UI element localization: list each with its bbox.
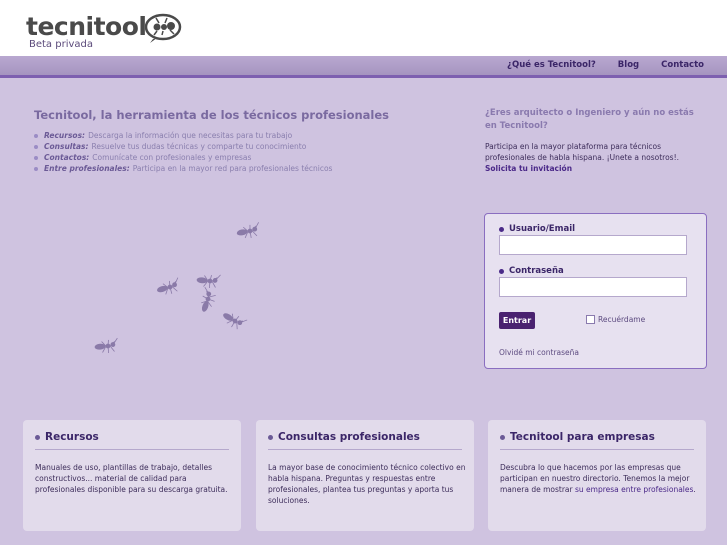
- card-text: Descubra lo que hacemos por las empresas…: [500, 462, 698, 495]
- feature-text: Comunícate con profesionales y empresas: [92, 153, 252, 162]
- card-title-text: Tecnitool para empresas: [510, 431, 655, 443]
- remember-me[interactable]: Recuérdame: [586, 315, 645, 324]
- card-title: Consultas profesionales: [268, 431, 420, 443]
- company-link[interactable]: su empresa entre profesionales: [575, 485, 693, 494]
- password-input[interactable]: [499, 277, 687, 297]
- feature-text: Participa en la mayor red para profesion…: [132, 164, 333, 173]
- card-text: La mayor base de conocimiento técnico co…: [268, 463, 466, 505]
- bullet-icon: [268, 434, 273, 440]
- bullet-icon: [499, 226, 504, 232]
- ant-icon: [94, 337, 118, 354]
- card-title: Tecnitool para empresas: [500, 431, 655, 443]
- card-resources: Recursos Manuales de uso, plantillas de …: [23, 420, 241, 531]
- beta-label: Beta privada: [29, 39, 93, 50]
- feature-text: Resuelve tus dudas técnicas y comparte t…: [91, 142, 307, 151]
- nav-link-blog[interactable]: Blog: [618, 60, 639, 70]
- feature-key: Entre profesionales:: [44, 164, 130, 173]
- login-form: Usuario/Email Contraseña Entrar Recuérda…: [484, 213, 707, 369]
- password-label-text: Contraseña: [509, 266, 564, 276]
- username-label: Usuario/Email: [499, 224, 575, 234]
- bullet-icon: [34, 155, 38, 160]
- site-header: tecnitool Beta privada: [0, 0, 727, 56]
- bullet-icon: [499, 268, 504, 274]
- ant-icon: [196, 274, 221, 289]
- username-input[interactable]: [499, 235, 687, 255]
- card-title-text: Consultas profesionales: [278, 431, 420, 443]
- feature-key: Contactos:: [44, 153, 90, 162]
- remember-label: Recuérdame: [598, 315, 646, 324]
- remember-checkbox[interactable]: [586, 315, 595, 324]
- promo-body: Participa en la mayor plataforma para té…: [485, 142, 679, 162]
- username-label-text: Usuario/Email: [509, 224, 576, 234]
- login-button[interactable]: Entrar: [499, 312, 535, 329]
- card-title: Recursos: [35, 431, 99, 443]
- intro-title: Tecnitool, la herramienta de los técnico…: [34, 108, 390, 122]
- divider: [500, 449, 694, 450]
- bullet-icon: [35, 434, 40, 440]
- promo-text: Participa en la mayor plataforma para té…: [485, 141, 705, 174]
- feature-item: Recursos: Descarga la información que nec…: [34, 130, 332, 141]
- feature-key: Consultas:: [44, 142, 89, 151]
- card-title-text: Recursos: [45, 431, 99, 443]
- ant-icon: [201, 287, 216, 312]
- nav-link-contact[interactable]: Contacto: [661, 60, 704, 70]
- card-text: Manuales de uso, plantillas de trabajo, …: [35, 463, 228, 494]
- promo-title: ¿Eres arquitecto o Ingeniero y aún no es…: [485, 108, 694, 131]
- card-companies: Tecnitool para empresas Descubra lo que …: [488, 420, 706, 531]
- card-consultations: Consultas profesionales La mayor base de…: [256, 420, 474, 531]
- nav-link-about[interactable]: ¿Qué es Tecnitool?: [507, 60, 596, 70]
- bullet-icon: [34, 133, 38, 138]
- logo-text[interactable]: tecnitool: [26, 12, 147, 41]
- ant-icon: [236, 222, 259, 239]
- bullet-icon: [34, 166, 38, 171]
- ant-icon: [223, 313, 248, 330]
- bullet-icon: [34, 144, 38, 149]
- bullet-icon: [500, 434, 505, 440]
- top-nav-bar: ¿Qué es Tecnitool? Blog Contacto: [0, 56, 727, 78]
- ant-logo-icon: [145, 13, 182, 43]
- feature-list: Recursos: Descarga la información que nec…: [34, 130, 332, 174]
- feature-item: Contactos: Comunícate con profesionales y…: [34, 152, 332, 163]
- feature-item: Entre profesionales: Participa en la mayo…: [34, 163, 332, 174]
- ants-illustration: [94, 222, 259, 354]
- password-label: Contraseña: [499, 266, 564, 276]
- request-invitation-link[interactable]: Solicita tu invitación: [485, 164, 572, 173]
- divider: [268, 449, 462, 450]
- forgot-password-link[interactable]: Olvidé mi contraseña: [499, 348, 579, 357]
- feature-item: Consultas: Resuelve tus dudas técnicas y …: [34, 141, 332, 152]
- feature-text: Descarga la información que necesitas pa…: [88, 131, 293, 140]
- divider: [35, 449, 229, 450]
- card-text-tail: .: [693, 485, 696, 494]
- feature-key: Recursos:: [44, 131, 86, 140]
- ant-icon: [156, 277, 179, 295]
